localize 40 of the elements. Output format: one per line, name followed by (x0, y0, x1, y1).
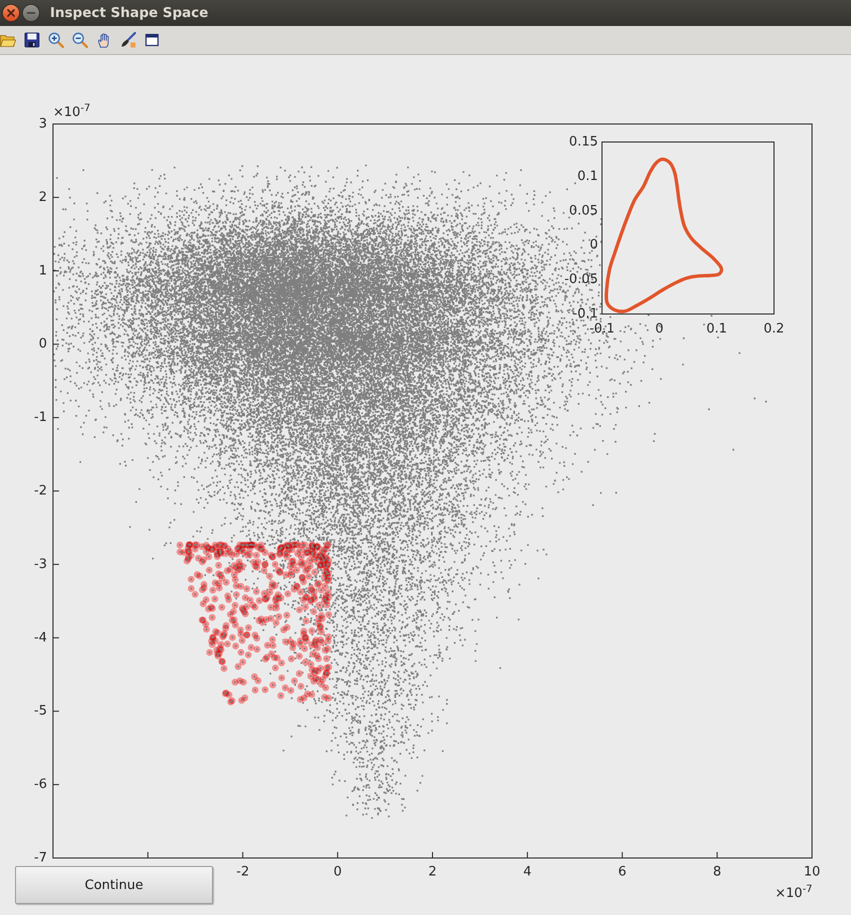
tick-label: -7 (34, 850, 47, 866)
continue-button[interactable]: Continue (15, 866, 213, 904)
tick-label: 0.1 (706, 322, 727, 336)
tick-label: -3 (34, 556, 47, 572)
tick-label: 0 (590, 238, 598, 253)
tick-label: 1 (38, 263, 47, 278)
tick-label: 8 (712, 864, 722, 880)
tick-label: 2 (428, 864, 437, 880)
tick-label: -0.05 (564, 272, 598, 288)
window-title: Inspect Shape Space (50, 5, 208, 21)
tick-label: 0 (333, 864, 342, 880)
tick-label: 3 (38, 116, 47, 132)
tick-label: -0.1 (572, 306, 598, 322)
close-icon[interactable] (2, 4, 20, 22)
minimize-icon[interactable] (22, 4, 40, 22)
tick-label: -4 (34, 630, 47, 646)
tick-label: 6 (618, 864, 626, 880)
tick-label: 2 (38, 190, 47, 205)
tick-label: -2 (236, 864, 250, 880)
folder-icon[interactable] (0, 32, 16, 48)
tick-label: 0.15 (569, 134, 598, 150)
tick-label: 10 (804, 864, 820, 880)
tick-label: -6 (34, 777, 47, 792)
tick-label: -1 (34, 410, 47, 426)
window-icon[interactable] (144, 32, 160, 48)
tick-label: 0 (38, 336, 47, 352)
tick-label: -0.1 (589, 322, 615, 336)
tick-label: 0.05 (569, 203, 598, 218)
zoom-in-icon[interactable] (48, 32, 64, 48)
brush-icon[interactable] (120, 32, 136, 48)
tick-label: 0 (655, 322, 664, 336)
zoom-out-icon[interactable] (72, 32, 88, 48)
axis-multiplier: ×10$^{-7}$ (775, 884, 812, 901)
axis-multiplier: ×10$^{-7}$ (53, 103, 90, 120)
tick-label: 0.1 (577, 168, 598, 184)
tick-label: -5 (34, 704, 47, 719)
tick-label: -2 (34, 484, 47, 498)
save-icon[interactable] (24, 32, 40, 48)
tick-label: 0.2 (764, 322, 784, 336)
tick-label: 4 (523, 864, 532, 880)
